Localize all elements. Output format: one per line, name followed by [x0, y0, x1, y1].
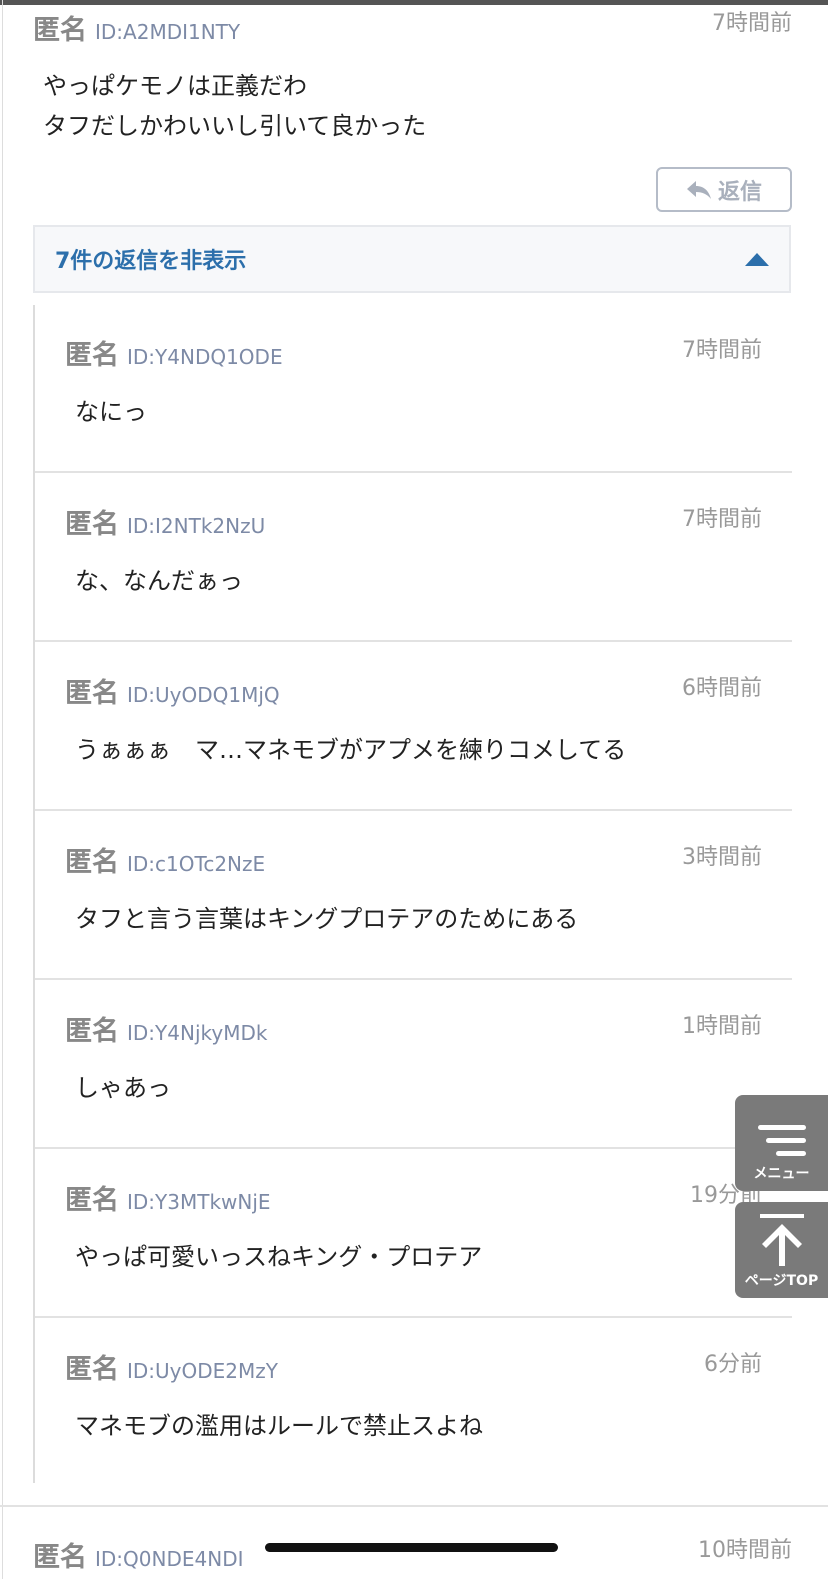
- menu-icon: [757, 1125, 806, 1156]
- comment-author-id: ID:Q0NDE4NDI: [95, 1547, 244, 1571]
- chevron-up-icon: [745, 253, 769, 266]
- reply-button-label: 返信: [717, 179, 762, 205]
- reply-author-id: ID:c1OTc2NzE: [127, 852, 266, 876]
- reply-author-name: 匿名: [65, 1016, 119, 1047]
- comment-author-name: 匿名: [33, 15, 87, 46]
- menu-label: メニュー: [753, 1166, 810, 1182]
- reply-body: うぁぁぁ マ…マネモブがアプメを練りコメしてる: [75, 736, 627, 764]
- reply-item: 匿名 ID:c1OTc2NzE 3時間前 タフと言う言葉はキングプロテアのために…: [35, 812, 792, 980]
- reply-author-name: 匿名: [65, 340, 119, 371]
- left-border: [2, 0, 3, 1579]
- reply-item: 匿名 ID:Y4NjkyMDk 1時間前 しゃあっ: [35, 981, 792, 1149]
- comment-author-id: ID:A2MDI1NTY: [95, 20, 241, 44]
- reply-author-name: 匿名: [65, 1354, 119, 1385]
- hide-replies-label: 7件の返信を非表示: [55, 249, 247, 274]
- reply-timestamp: 6分前: [704, 1352, 762, 1377]
- reply-author-name: 匿名: [65, 1185, 119, 1216]
- main-comment-header: 匿名 ID:A2MDI1NTY: [33, 8, 240, 47]
- comment-timestamp: 7時間前: [712, 11, 792, 36]
- reply-body: やっぱ可愛いっスねキング・プロテア: [75, 1243, 483, 1271]
- reply-body: な、なんだぁっ: [75, 567, 243, 595]
- reply-author-id: ID:UyODQ1MjQ: [127, 683, 280, 707]
- reply-body: しゃあっ: [75, 1074, 171, 1102]
- page-top-button[interactable]: ページTOP: [735, 1202, 828, 1298]
- reply-item: 匿名 ID:Y3MTkwNjE 19分前 やっぱ可愛いっスねキング・プロテア: [35, 1150, 792, 1318]
- reply-author-id: ID:Y4NjkyMDk: [127, 1021, 268, 1045]
- reply-body: マネモブの濫用はルールで禁止スよね: [75, 1412, 483, 1440]
- reply-author-name: 匿名: [65, 847, 119, 878]
- reply-timestamp: 3時間前: [682, 845, 762, 870]
- reply-item: 匿名 ID:I2NTk2NzU 7時間前 な、なんだぁっ: [35, 474, 792, 642]
- reply-item: 匿名 ID:UyODE2MzY 6分前 マネモブの濫用はルールで禁止スよね: [35, 1319, 792, 1487]
- menu-button[interactable]: メニュー: [735, 1095, 828, 1191]
- reply-item: 匿名 ID:UyODQ1MjQ 6時間前 うぁぁぁ マ…マネモブがアプメを練りコ…: [35, 643, 792, 811]
- reply-author-name: 匿名: [65, 509, 119, 540]
- comment-divider: [0, 1505, 828, 1507]
- reply-timestamp: 7時間前: [682, 507, 762, 532]
- reply-timestamp: 7時間前: [682, 338, 762, 363]
- home-indicator: [265, 1543, 558, 1552]
- reply-author-id: ID:Y4NDQ1ODE: [127, 345, 283, 369]
- arrow-up-icon: [759, 1214, 804, 1266]
- reply-author-id: ID:UyODE2MzY: [127, 1359, 278, 1383]
- next-comment-header: 匿名 ID:Q0NDE4NDI: [33, 1535, 244, 1574]
- reply-author-name: 匿名: [65, 678, 119, 709]
- reply-item: 匿名 ID:Y4NDQ1ODE 7時間前 なにっ: [35, 305, 792, 473]
- top-border: [0, 0, 828, 5]
- reply-body: タフと言う言葉はキングプロテアのためにある: [75, 905, 579, 933]
- page-top-label: ページTOP: [744, 1273, 819, 1289]
- comment-author-name: 匿名: [33, 1542, 87, 1573]
- reply-button[interactable]: 返信: [656, 167, 792, 212]
- reply-author-id: ID:Y3MTkwNjE: [127, 1190, 271, 1214]
- reply-timestamp: 1時間前: [682, 1014, 762, 1039]
- reply-body: なにっ: [75, 398, 147, 426]
- comment-body: やっぱケモノは正義だわ タフだしかわいいし引いて良かった: [43, 72, 427, 140]
- comment-timestamp: 10時間前: [698, 1538, 792, 1563]
- hide-replies-toggle[interactable]: 7件の返信を非表示: [33, 225, 791, 293]
- reply-author-id: ID:I2NTk2NzU: [127, 514, 266, 538]
- reply-arrow-icon: [686, 180, 711, 199]
- reply-timestamp: 6時間前: [682, 676, 762, 701]
